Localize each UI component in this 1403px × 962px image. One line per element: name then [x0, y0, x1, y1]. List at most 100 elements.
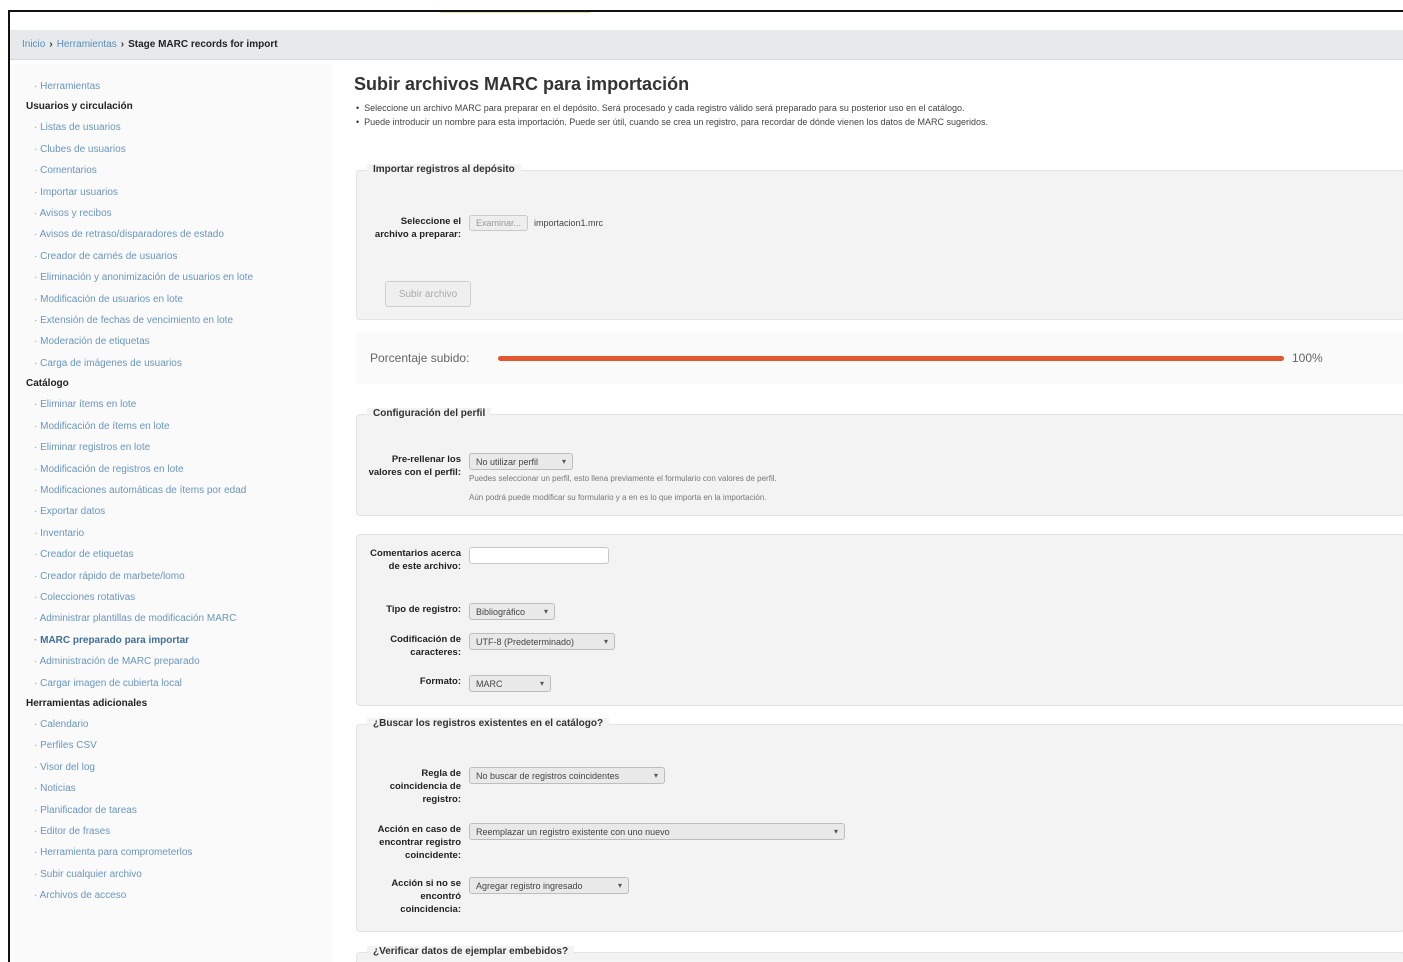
match-rule-row: Regla de coincidencia de registro: No bu… [365, 767, 665, 806]
sidebar-item[interactable]: Administración de MARC preparado [26, 651, 332, 672]
action-notfound-value: Agregar registro ingresado [476, 880, 583, 891]
prefill-row: Pre-rellenar los valores con el perfil: … [365, 453, 777, 508]
encoding-row: Codificación de caracteres: UTF-8 (Prede… [365, 633, 615, 659]
chevron-down-icon: ▾ [539, 679, 544, 688]
encoding-value: UTF-8 (Predeterminado) [476, 636, 575, 647]
sidebar-item[interactable]: Modificación de ítems en lote [26, 416, 332, 437]
sidebar-item[interactable]: Eliminar ítems en lote [26, 394, 332, 415]
sidebar-item[interactable]: Creador de carnés de usuarios [26, 246, 332, 267]
format-select[interactable]: MARC ▾ [469, 675, 551, 692]
breadcrumb-tools-link[interactable]: Herramientas [57, 39, 117, 50]
browser-page: Inicio › Herramientas › Stage MARC recor… [8, 10, 1403, 962]
progress-fill [498, 355, 1284, 361]
breadcrumb-separator: › [120, 39, 125, 50]
chevron-down-icon: ▾ [653, 771, 658, 780]
encoding-select[interactable]: UTF-8 (Predeterminado) ▾ [469, 633, 615, 650]
sidebar-item[interactable]: Extensión de fechas de vencimiento en lo… [26, 310, 332, 331]
sidebar-item[interactable]: Planificador de tareas [26, 800, 332, 821]
chevron-down-icon: ▾ [603, 637, 608, 646]
sidebar-item[interactable]: MARC preparado para importar [26, 630, 332, 651]
import-legend: Importar registros al depósito [367, 164, 521, 175]
comments-label: Comentarios acerca de este archivo: [370, 548, 461, 572]
sidebar-item[interactable]: Modificación de usuarios en lote [26, 289, 332, 310]
format-label: Formato: [419, 676, 461, 687]
sidebar-section-heading: Usuarios y circulación [26, 101, 133, 113]
action-found-row: Acción en caso de encontrar registro coi… [365, 823, 845, 862]
instructions-list: Seleccione un archivo MARC para preparar… [352, 101, 1403, 129]
file-select-label: Seleccione el archivo a preparar: [374, 216, 461, 240]
sidebar-item[interactable]: Cargar imagen de cubierta local [26, 673, 332, 694]
sidebar-section-heading: Catálogo [26, 378, 69, 390]
action-notfound-label: Acción si no se encontró coincidencia: [391, 878, 461, 915]
action-found-value: Reemplazar un registro existente con uno… [476, 826, 670, 837]
sidebar-item[interactable]: Carga de imágenes de usuarios [26, 353, 332, 374]
action-notfound-row: Acción si no se encontró coincidencia: A… [365, 877, 629, 916]
sidebar-item[interactable]: Avisos y recibos [26, 203, 332, 224]
sidebar-item[interactable]: Visor del log [26, 757, 332, 778]
sidebar-item[interactable]: Eliminar registros en lote [26, 437, 332, 458]
chevron-down-icon: ▾ [617, 881, 622, 890]
sidebar-item[interactable]: Editor de frases [26, 821, 332, 842]
progress-percent: 100% [1292, 351, 1323, 365]
page-title: Subir archivos MARC para importación [354, 74, 690, 94]
upload-progress: Porcentaje subido: 100% [356, 332, 1403, 384]
sidebar-item[interactable]: Clubes de usuarios [26, 139, 332, 160]
match-fieldset: ¿Buscar los registros existentes en el c… [356, 718, 1403, 932]
action-found-label: Acción en caso de encontrar registro coi… [377, 824, 461, 861]
sidebar-item[interactable]: Archivos de acceso [26, 885, 332, 906]
import-fieldset: Importar registros al depósito Seleccion… [356, 164, 1403, 320]
sidebar-item[interactable]: Calendario [26, 714, 332, 735]
record-type-select[interactable]: Bibliográfico ▾ [469, 603, 555, 620]
file-options-fieldset: Comentarios acerca de este archivo: Tipo… [356, 534, 1403, 706]
browse-button[interactable]: Examinar... [469, 215, 529, 231]
chevron-down-icon: ▾ [833, 827, 838, 836]
upload-file-button[interactable]: Subir archivo [385, 281, 471, 307]
comments-row: Comentarios acerca de este archivo: [365, 547, 609, 573]
sidebar-item[interactable]: Noticias [26, 778, 332, 799]
sidebar-item[interactable]: Eliminación y anonimización de usuarios … [26, 267, 332, 288]
sidebar-item-tools[interactable]: Herramientas [26, 76, 332, 97]
sidebar-item[interactable]: Avisos de retraso/disparadores de estado [26, 224, 332, 245]
selected-filename: importacion1.mrc [534, 218, 604, 228]
sidebar-section-heading: Herramientas adicionales [26, 697, 148, 709]
sidebar-item[interactable]: Inventario [26, 523, 332, 544]
match-rule-label: Regla de coincidencia de registro: [389, 768, 461, 805]
comments-input[interactable] [469, 547, 609, 564]
sidebar-item[interactable]: Subir cualquier archivo [26, 864, 332, 885]
chevron-down-icon: ▾ [543, 607, 548, 616]
breadcrumb-home-link[interactable]: Inicio [22, 39, 45, 50]
sidebar-nav: Herramientas Usuarios y circulación Lista… [10, 64, 332, 962]
sidebar-item[interactable]: Herramienta para comprometerlos [26, 842, 332, 863]
prefill-help: Puedes seleccionar un perfil, esto llena… [469, 474, 777, 483]
action-notfound-select[interactable]: Agregar registro ingresado ▾ [469, 877, 629, 894]
sidebar-item[interactable]: Importar usuarios [26, 182, 332, 203]
sidebar-item[interactable]: Colecciones rotativas [26, 587, 332, 608]
prefill-select[interactable]: No utilizar perfil ▾ [469, 453, 573, 470]
encoding-label: Codificación de caracteres: [390, 634, 461, 658]
progress-label: Porcentaje subido: [370, 351, 470, 365]
sidebar-item[interactable]: Modificaciones automáticas de ítems por … [26, 480, 332, 501]
sidebar-item[interactable]: Exportar datos [26, 501, 332, 522]
match-rule-select[interactable]: No buscar de registros coincidentes ▾ [469, 767, 665, 784]
verify-legend: ¿Verificar datos de ejemplar embebidos? [367, 946, 575, 957]
main-content: Subir archivos MARC para importación Sel… [352, 74, 1403, 962]
top-accent-bar [440, 12, 590, 13]
sidebar-item[interactable]: Listas de usuarios [26, 117, 332, 138]
sidebar-item[interactable]: Creador de etiquetas [26, 544, 332, 565]
sidebar-item[interactable]: Administrar plantillas de modificación M… [26, 608, 332, 629]
sidebar-item[interactable]: Creador rápido de marbete/lomo [26, 566, 332, 587]
file-select-row: Seleccione el archivo a preparar: Examin… [365, 215, 603, 241]
verify-fieldset: ¿Verificar datos de ejemplar embebidos? [356, 946, 1403, 962]
prefill-label: Pre-rellenar los valores con el perfil: [368, 454, 461, 478]
action-found-select[interactable]: Reemplazar un registro existente con uno… [469, 823, 845, 840]
sidebar-item[interactable]: Perfiles CSV [26, 735, 332, 756]
sidebar-item[interactable]: Comentarios [26, 160, 332, 181]
format-value: MARC [476, 678, 503, 689]
record-type-value: Bibliográfico [476, 606, 526, 617]
breadcrumb: Inicio › Herramientas › Stage MARC recor… [10, 30, 1403, 60]
sidebar-item[interactable]: Moderación de etiquetas [26, 331, 332, 352]
breadcrumb-current: Stage MARC records for import [128, 39, 278, 50]
sidebar-item[interactable]: Modificación de registros en lote [26, 459, 332, 480]
instruction-item: Puede introducir un nombre para esta imp… [352, 115, 1403, 129]
progress-bar [498, 355, 1284, 361]
